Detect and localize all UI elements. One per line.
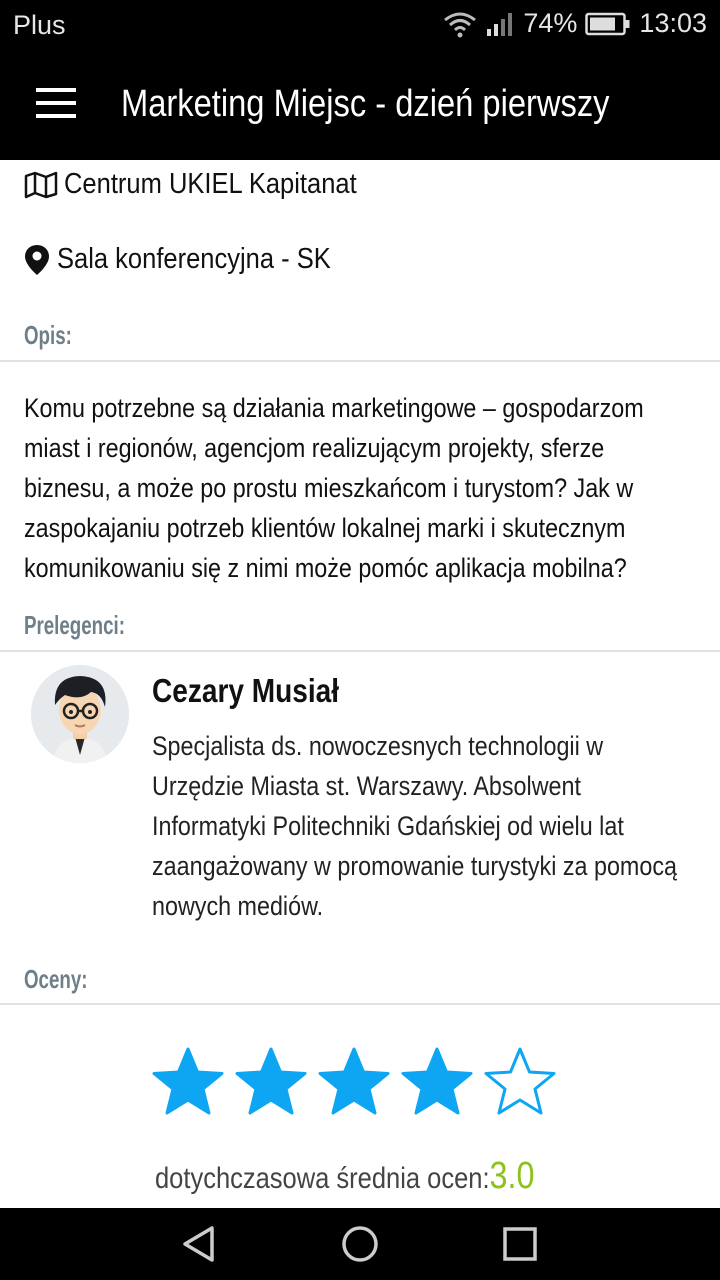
avatar [31,665,129,763]
venue-row: Centrum UKIEL Kapitanat [24,168,397,201]
room-row: Sala konferencyjna - SK [24,243,368,276]
location-pin-icon [25,244,49,275]
star-empty-icon[interactable] [482,1045,558,1121]
average-value: 3.0 [489,1155,535,1197]
speaker-name[interactable]: Cezary Musiał [152,672,339,710]
average-label: dotychczasowa średnia ocen: [155,1162,490,1195]
menu-icon[interactable] [36,88,76,120]
signal-icon [487,12,513,36]
system-nav-bar [0,1208,720,1280]
rating-stars[interactable] [150,1045,565,1121]
room-name: Sala konferencyjna - SK [57,243,331,275]
home-icon[interactable] [338,1222,382,1266]
map-icon [24,171,58,198]
average-rating: dotychczasowa średnia ocen:3.0 [155,1155,534,1198]
carrier-label: Plus [13,10,66,40]
speakers-header: Prelegenci: [24,610,125,640]
divider [0,650,720,652]
description-text: Komu potrzebne są działania marketingowe… [24,393,644,583]
status-bar: Plus 74% 13:03 [0,0,720,50]
divider [0,360,720,362]
divider [0,1003,720,1005]
star-filled-icon[interactable] [399,1045,475,1121]
wifi-icon [444,12,477,37]
speaker-bio: Specjalista ds. nowoczesnych technologii… [152,731,677,921]
app-bar: Marketing Miejsc - dzień pierwszy [0,50,720,160]
description-header: Opis: [24,320,72,350]
star-filled-icon[interactable] [316,1045,392,1121]
battery-percent: 74% [523,8,578,38]
back-icon[interactable] [178,1222,222,1266]
venue-name: Centrum UKIEL Kapitanat [64,168,357,200]
star-filled-icon[interactable] [150,1045,226,1121]
star-filled-icon[interactable] [233,1045,309,1121]
page-title: Marketing Miejsc - dzień pierwszy [121,83,610,125]
recents-icon[interactable] [498,1222,542,1266]
clock: 13:03 [639,8,707,38]
ratings-header: Oceny: [24,964,88,994]
battery-icon [585,12,630,35]
